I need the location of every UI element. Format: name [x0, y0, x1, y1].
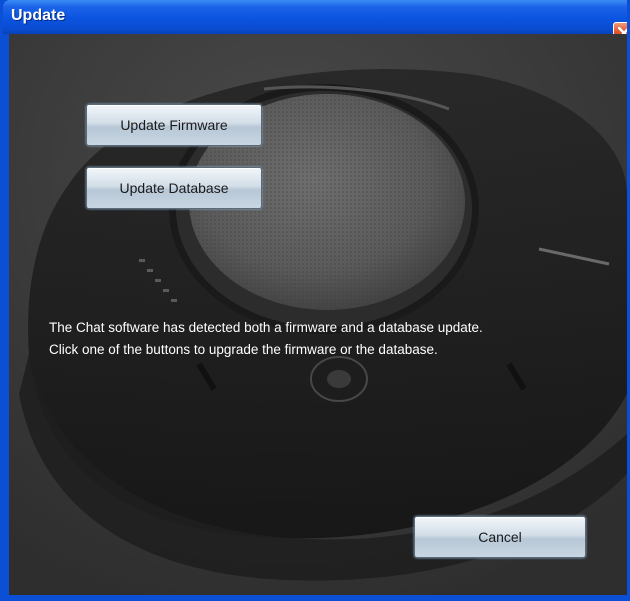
title-bar[interactable]: Update — [3, 0, 627, 34]
message-line-2: Click one of the buttons to upgrade the … — [49, 342, 438, 357]
message-line-1: The Chat software has detected both a fi… — [49, 320, 483, 335]
cancel-button[interactable]: Cancel — [414, 516, 586, 558]
dialog-content: Update Firmware Update Database The Chat… — [9, 34, 627, 595]
update-firmware-button[interactable]: Update Firmware — [86, 104, 262, 146]
update-dialog-window: Update Update Firmware Update Database T… — [0, 0, 630, 601]
update-database-button[interactable]: Update Database — [86, 167, 262, 209]
update-message: The Chat software has detected both a fi… — [49, 317, 627, 361]
window-title: Update — [11, 7, 66, 24]
